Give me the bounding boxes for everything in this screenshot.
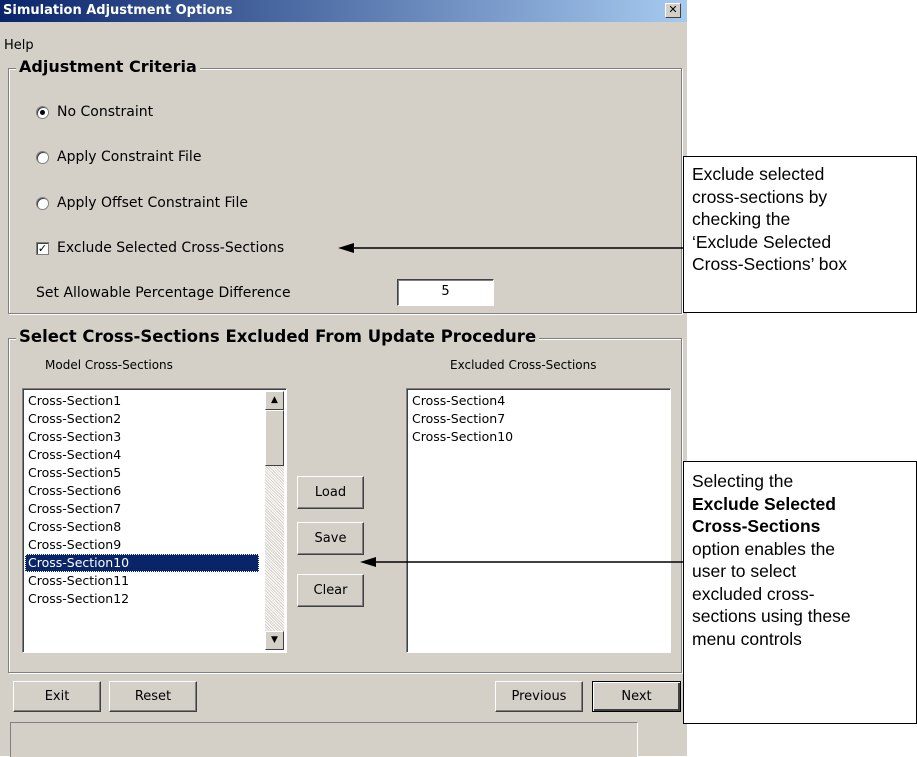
callout-arrows [338, 243, 683, 567]
arrow-to-menu-controls [360, 557, 683, 567]
arrow-to-checkbox [338, 243, 683, 253]
